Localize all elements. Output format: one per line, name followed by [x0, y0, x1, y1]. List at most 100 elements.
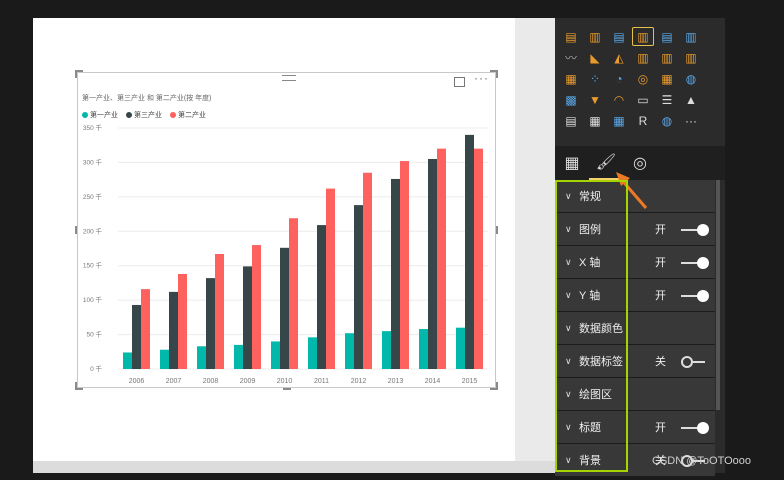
card-icon[interactable]: ▭: [633, 91, 653, 108]
chevron-down-icon[interactable]: ∨: [565, 257, 575, 268]
toggle-state-label: 开: [655, 257, 666, 269]
bar[interactable]: [437, 148, 446, 369]
bar[interactable]: [308, 337, 317, 369]
bar[interactable]: [317, 225, 326, 369]
r-visual-icon[interactable]: R: [633, 112, 653, 129]
chevron-down-icon[interactable]: ∨: [565, 389, 575, 400]
chevron-down-icon[interactable]: ∨: [565, 422, 575, 433]
bar[interactable]: [178, 273, 187, 369]
x-tick-label: 2012: [351, 378, 367, 385]
bar[interactable]: [132, 304, 141, 369]
table-icon[interactable]: ▦: [585, 112, 605, 129]
toggle-switch[interactable]: [681, 356, 709, 368]
pie-chart-icon[interactable]: ◔: [609, 70, 629, 87]
clustered-column-visual[interactable]: ··· 第一产业、第三产业 和 第二产业(按 年度) 第一产业 第三产业 第二产业 …: [75, 70, 498, 390]
toggle-switch[interactable]: [681, 224, 709, 236]
bar[interactable]: [326, 188, 335, 369]
fields-tab-icon[interactable]: ▦: [555, 146, 589, 180]
gauge-icon[interactable]: ◠: [609, 91, 629, 108]
bar[interactable]: [160, 349, 169, 369]
bar[interactable]: [363, 172, 372, 369]
line-column-icon[interactable]: ▥: [633, 49, 653, 66]
ribbon-chart-icon[interactable]: ▥: [681, 49, 701, 66]
x-tick-label: 2006: [129, 378, 145, 385]
multi-row-card-icon[interactable]: ☰: [657, 91, 677, 108]
slicer-icon[interactable]: ▤: [561, 112, 581, 129]
stacked-bar-icon[interactable]: ▤: [561, 28, 581, 45]
bar[interactable]: [197, 346, 206, 369]
bar[interactable]: [391, 178, 400, 369]
chevron-down-icon[interactable]: ∨: [565, 356, 575, 367]
bar[interactable]: [271, 341, 280, 369]
bar[interactable]: [141, 289, 150, 369]
donut-chart-icon[interactable]: ◎: [633, 70, 653, 87]
resize-handle-tl-v[interactable]: [75, 70, 77, 78]
map-icon[interactable]: ◍: [681, 70, 701, 87]
format-section-label: 绘图区: [579, 389, 612, 401]
100-bar-icon[interactable]: ▤: [657, 28, 677, 45]
resize-handle-left[interactable]: [75, 226, 77, 234]
scatter-icon[interactable]: ⁘: [585, 70, 605, 87]
chevron-down-icon[interactable]: ∨: [565, 191, 575, 202]
bar[interactable]: [456, 327, 465, 369]
clustered-bar-icon[interactable]: ▤: [609, 28, 629, 45]
bar[interactable]: [382, 331, 391, 369]
chevron-down-icon[interactable]: ∨: [565, 323, 575, 334]
bar[interactable]: [234, 344, 243, 369]
toggle-switch[interactable]: [681, 422, 709, 434]
100-column-icon[interactable]: ▥: [681, 28, 701, 45]
bar[interactable]: [474, 148, 483, 369]
bar[interactable]: [465, 134, 474, 369]
chevron-down-icon[interactable]: ∨: [565, 290, 575, 301]
toggle-switch[interactable]: [681, 290, 709, 302]
bar[interactable]: [400, 161, 409, 369]
visualizations-pane: ▤ ▥ ▤ ▥ ▤ ▥ 〰 ◣ ◭ ▥ ▥ ▥ ▦ ⁘ ◔ ◎ ▦ ◍ ▩ ▼ ◠ ▭ ☰ ▲ ▤ ▦ ▦ R ◍ ··· ▦ 🖌 ◎ ∨…: [555, 18, 725, 477]
page-scrollbar[interactable]: [33, 461, 555, 473]
waterfall-icon[interactable]: ▦: [561, 70, 581, 87]
chevron-down-icon[interactable]: ∨: [565, 224, 575, 235]
bar[interactable]: [123, 352, 132, 369]
format-section-row[interactable]: ∨ 数据标签 关: [555, 345, 715, 378]
format-section-row[interactable]: ∨ 标题 开: [555, 411, 715, 444]
kpi-icon[interactable]: ▲: [681, 91, 701, 108]
bar[interactable]: [354, 205, 363, 369]
format-section-label: 数据标签: [579, 356, 623, 368]
bar[interactable]: [169, 291, 178, 369]
bar[interactable]: [243, 266, 252, 369]
bar[interactable]: [206, 278, 215, 369]
x-tick-label: 2015: [462, 378, 478, 385]
more-visuals-icon[interactable]: ···: [681, 112, 701, 129]
area-chart-icon[interactable]: ◣: [585, 49, 605, 66]
filled-map-icon[interactable]: ▩: [561, 91, 581, 108]
format-section-row[interactable]: ∨ X 轴 开: [555, 246, 715, 279]
funnel-icon[interactable]: ▼: [585, 91, 605, 108]
toggle-switch[interactable]: [681, 257, 709, 269]
treemap-icon[interactable]: ▦: [657, 70, 677, 87]
viz-row: ▤ ▥ ▤ ▥ ▤ ▥: [561, 27, 713, 46]
bar[interactable]: [215, 254, 224, 369]
pane-scrollbar[interactable]: [716, 180, 720, 410]
clustered-column-icon[interactable]: ▥: [632, 27, 654, 46]
line-chart-icon[interactable]: 〰: [561, 49, 581, 66]
format-section-row[interactable]: ∨ 图例 开: [555, 213, 715, 246]
x-tick-label: 2007: [166, 378, 182, 385]
bar[interactable]: [345, 333, 354, 369]
globe-icon[interactable]: ◍: [657, 112, 677, 129]
bar[interactable]: [252, 245, 261, 369]
toggle-state-label: 开: [655, 422, 666, 434]
format-section-row[interactable]: ∨ 数据颜色: [555, 312, 715, 345]
stacked-area-icon[interactable]: ◭: [609, 49, 629, 66]
bar[interactable]: [428, 158, 437, 369]
bar[interactable]: [289, 218, 298, 369]
format-section-row[interactable]: ∨ 绘图区: [555, 378, 715, 411]
line-stacked-column-icon[interactable]: ▥: [657, 49, 677, 66]
resize-handle-bl-v[interactable]: [75, 382, 77, 390]
format-section-label: X 轴: [579, 257, 601, 269]
y-tick-label: 50 千: [86, 330, 102, 339]
format-section-row[interactable]: ∨ Y 轴 开: [555, 279, 715, 312]
matrix-icon[interactable]: ▦: [609, 112, 629, 129]
chevron-down-icon[interactable]: ∨: [565, 455, 575, 466]
bar[interactable]: [419, 329, 428, 369]
bar[interactable]: [280, 247, 289, 369]
stacked-column-icon[interactable]: ▥: [585, 28, 605, 45]
